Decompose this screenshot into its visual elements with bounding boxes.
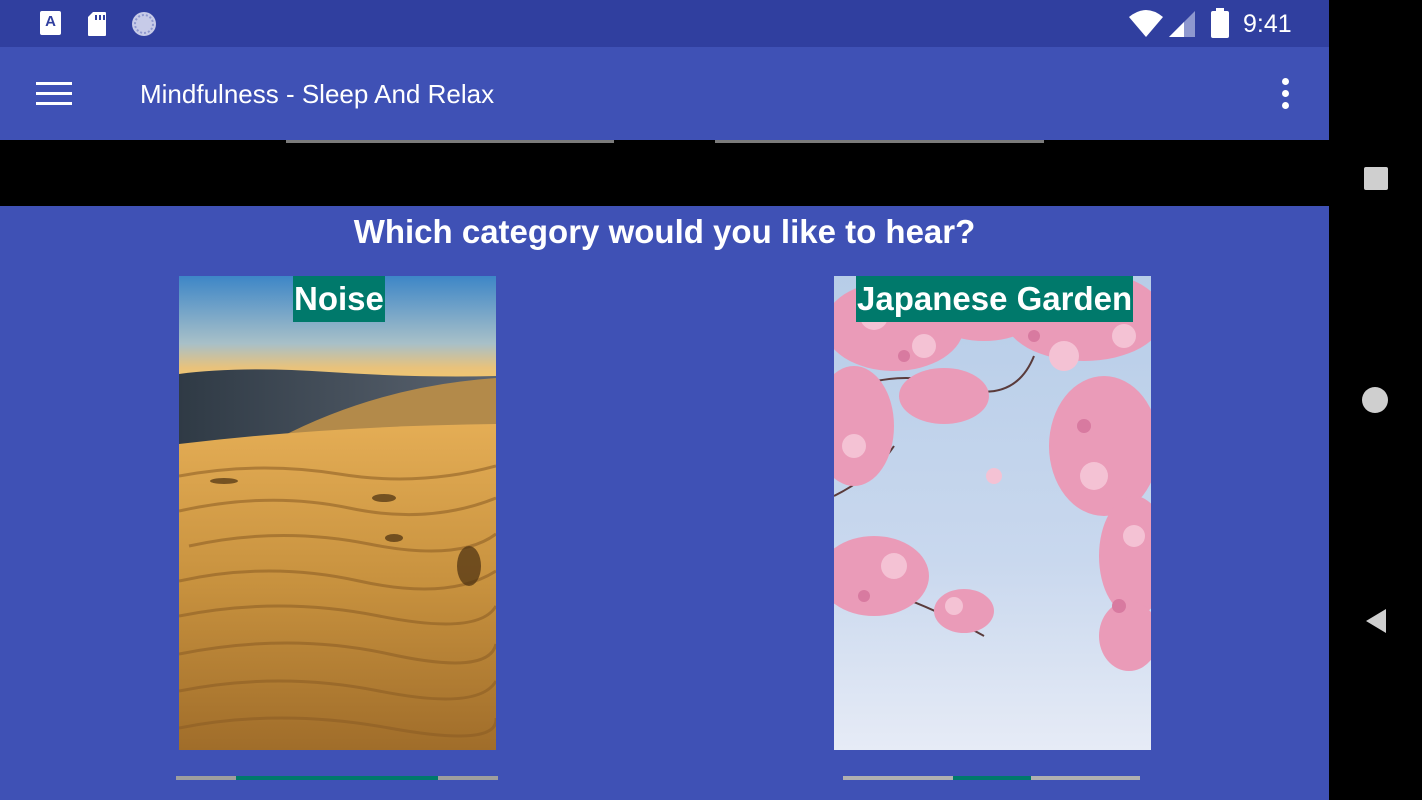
app-toolbar: Mindfulness - Sleep And Relax bbox=[0, 47, 1329, 140]
category-card-noise[interactable]: Noise bbox=[179, 276, 496, 750]
category-label: Japanese Garden bbox=[856, 276, 1134, 322]
page-indicator-active bbox=[236, 776, 438, 780]
battery-icon bbox=[1211, 8, 1229, 38]
tab-strip-band bbox=[0, 140, 1329, 206]
page-indicator-segment bbox=[1031, 776, 1140, 780]
desert-sand-dunes-photo bbox=[179, 276, 496, 750]
category-question: Which category would you like to hear? bbox=[353, 213, 976, 250]
category-label: Noise bbox=[293, 276, 385, 322]
cherry-blossom-photo bbox=[834, 276, 1151, 750]
more-vert-icon[interactable] bbox=[1266, 72, 1306, 116]
recents-square-icon[interactable] bbox=[1364, 167, 1388, 190]
home-circle-icon[interactable] bbox=[1362, 387, 1388, 413]
sync-spinner-icon bbox=[132, 12, 156, 36]
sd-card-icon bbox=[88, 12, 106, 36]
page-indicator-segment bbox=[843, 776, 953, 780]
tab-underline bbox=[715, 140, 1044, 143]
page-indicator-active bbox=[953, 776, 1031, 780]
app-window: A 9:41 Mindfulness - Sleep And Relax Whi… bbox=[0, 0, 1329, 800]
page-indicator-segment bbox=[176, 776, 236, 780]
back-triangle-icon[interactable] bbox=[1364, 607, 1388, 635]
a-badge-icon: A bbox=[40, 11, 61, 35]
clock: 9:41 bbox=[1243, 10, 1292, 38]
tab-underline bbox=[286, 140, 614, 143]
system-navigation-bar bbox=[1329, 0, 1422, 800]
category-card-japanese-garden[interactable]: Japanese Garden bbox=[834, 276, 1151, 750]
cell-signal-icon bbox=[1169, 11, 1195, 37]
hamburger-menu-icon[interactable] bbox=[24, 71, 84, 117]
wifi-icon bbox=[1129, 10, 1163, 37]
status-bar: A 9:41 bbox=[0, 0, 1329, 47]
page-indicator-segment bbox=[438, 776, 498, 780]
app-title: Mindfulness - Sleep And Relax bbox=[140, 79, 495, 109]
